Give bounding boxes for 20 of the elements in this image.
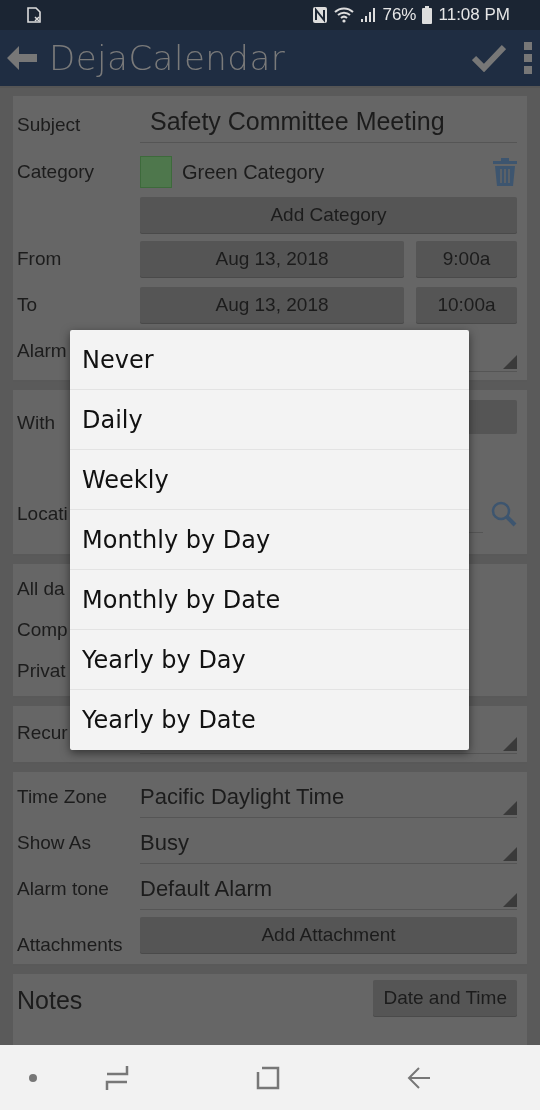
field-label: Alarm	[17, 340, 67, 362]
field-label: With	[17, 412, 55, 434]
field-label: Comp	[17, 618, 68, 641]
field-label: All da	[17, 577, 65, 600]
field-label: Attachments	[17, 934, 123, 956]
clock-time: 11:08 PM	[438, 5, 510, 25]
field-label: From	[17, 248, 62, 270]
field-label: Locati	[17, 503, 68, 525]
category-name: Green Category	[182, 160, 326, 184]
field-label: Alarm tone	[17, 878, 109, 900]
battery-percent: 76%	[382, 5, 417, 25]
field-label: Recur	[17, 722, 68, 744]
field-label: Show As	[17, 832, 91, 854]
field-label: Privat	[17, 659, 66, 682]
field-label: To	[17, 294, 38, 316]
field-label: Time Zone	[17, 786, 108, 808]
app-title: DejaCalendar	[49, 38, 287, 78]
field-label: Category	[17, 161, 95, 183]
field-label: Subject	[17, 114, 81, 136]
notes-heading: Notes	[17, 985, 83, 1015]
